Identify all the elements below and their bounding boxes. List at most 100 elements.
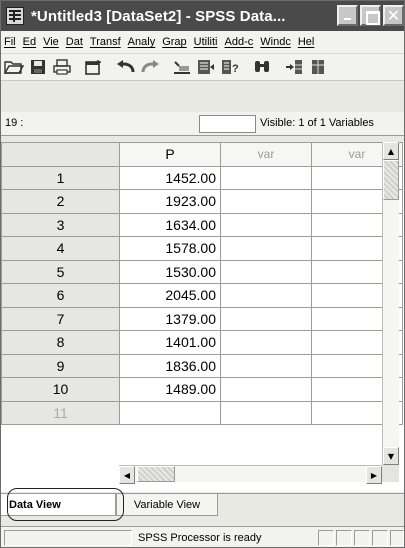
scroll-up-icon[interactable]: ▲: [383, 142, 399, 160]
menu-graphs[interactable]: Grap: [162, 36, 186, 48]
maximize-button[interactable]: [360, 5, 381, 26]
view-tabs: Data View Variable View: [1, 493, 404, 517]
menu-file[interactable]: Fil: [4, 36, 16, 48]
scroll-down-icon[interactable]: ▼: [383, 447, 399, 465]
vertical-scrollbar[interactable]: ▲ ▼: [382, 142, 399, 465]
row-header[interactable]: 6: [1, 283, 120, 308]
menu-edit[interactable]: Ed: [23, 36, 36, 48]
tab-variable-view[interactable]: Variable View: [116, 494, 218, 516]
row-header[interactable]: 5: [1, 259, 120, 284]
row-header[interactable]: 8: [1, 330, 120, 355]
data-cell-empty[interactable]: [220, 353, 312, 378]
status-bar: SPSS Processor is ready: [1, 526, 404, 547]
row-header[interactable]: 10: [1, 377, 120, 402]
menu-window[interactable]: Windc: [260, 36, 291, 48]
data-cell-p[interactable]: 1578.00: [119, 236, 221, 261]
data-cell-empty[interactable]: [220, 212, 312, 237]
table-row: 7 1379.00: [1, 306, 403, 331]
row-header[interactable]: 3: [1, 212, 120, 237]
insert-variable-icon[interactable]: [307, 56, 329, 78]
row-header[interactable]: 2: [1, 189, 120, 214]
corner-cell[interactable]: [1, 142, 120, 167]
redo-icon[interactable]: [139, 56, 161, 78]
data-cell-empty[interactable]: [220, 259, 312, 284]
status-cell: [354, 530, 370, 546]
data-cell-p[interactable]: 1489.00: [119, 377, 221, 402]
menu-add-ons[interactable]: Add-c: [225, 36, 254, 48]
data-cell-p[interactable]: [119, 400, 221, 425]
menu-help[interactable]: Hel: [298, 36, 315, 48]
menu-analyze[interactable]: Analy: [128, 36, 156, 48]
data-cell-p[interactable]: 1452.00: [119, 165, 221, 190]
status-cell: [4, 530, 132, 546]
find-icon[interactable]: [251, 56, 273, 78]
dialog-recall-icon[interactable]: [83, 56, 105, 78]
title-bar[interactable]: *Untitled3 [DataSet2] - SPSS Data... ✕: [1, 1, 404, 31]
menu-view[interactable]: Vie: [43, 36, 59, 48]
table-row: 5 1530.00: [1, 259, 403, 284]
vertical-scroll-thumb[interactable]: [383, 160, 399, 200]
data-cell-empty[interactable]: [220, 165, 312, 190]
data-cell-empty[interactable]: [220, 377, 312, 402]
horizontal-scrollbar[interactable]: ◀ ▶: [119, 465, 382, 484]
data-cell-empty[interactable]: [220, 236, 312, 261]
data-cell-p[interactable]: 1401.00: [119, 330, 221, 355]
row-header[interactable]: 1: [1, 165, 120, 190]
table-row: 10 1489.00: [1, 377, 403, 402]
row-header[interactable]: 11: [1, 400, 120, 425]
data-table: P var var 1 1452.00 2 1923.00 3 1634.00: [1, 142, 403, 425]
row-header[interactable]: 4: [1, 236, 120, 261]
variable-info-icon[interactable]: ?: [219, 56, 241, 78]
menu-bar: Fil Ed Vie Dat Transf Analy Grap Utiliti…: [1, 31, 404, 53]
spss-app-icon[interactable]: [6, 7, 24, 25]
column-header-p[interactable]: P: [119, 142, 221, 167]
cell-editor-bar: 19 : Visible: 1 of 1 Variables: [1, 112, 404, 136]
data-cell-p[interactable]: 1923.00: [119, 189, 221, 214]
menu-transform[interactable]: Transf: [90, 36, 121, 48]
data-grid: P var var 1 1452.00 2 1923.00 3 1634.00: [1, 142, 404, 492]
insert-cases-icon[interactable]: [283, 56, 305, 78]
data-cell-p[interactable]: 1379.00: [119, 306, 221, 331]
undo-icon[interactable]: [115, 56, 137, 78]
header-row: P var var: [1, 142, 403, 167]
row-header[interactable]: 7: [1, 306, 120, 331]
goto-case-icon[interactable]: [171, 56, 193, 78]
data-cell-empty[interactable]: [220, 189, 312, 214]
scroll-right-icon[interactable]: ▶: [366, 466, 382, 484]
status-cell: [336, 530, 352, 546]
data-cell-empty[interactable]: [220, 330, 312, 355]
print-icon[interactable]: [51, 56, 73, 78]
visible-variables-label: Visible: 1 of 1 Variables: [260, 117, 374, 129]
data-cell-p[interactable]: 1836.00: [119, 353, 221, 378]
cell-reference: 19 :: [5, 117, 24, 129]
data-cell-empty[interactable]: [220, 400, 312, 425]
status-cell: [372, 530, 388, 546]
open-icon[interactable]: [3, 56, 25, 78]
minimize-button[interactable]: [337, 5, 358, 26]
menu-data[interactable]: Dat: [66, 36, 83, 48]
cell-value-input[interactable]: [199, 115, 256, 133]
data-cell-empty[interactable]: [220, 283, 312, 308]
data-cell-empty[interactable]: [220, 306, 312, 331]
scroll-left-icon[interactable]: ◀: [119, 466, 135, 484]
table-row: 9 1836.00: [1, 353, 403, 378]
data-cell-p[interactable]: 2045.00: [119, 283, 221, 308]
close-button[interactable]: ✕: [383, 5, 404, 26]
data-cell-p[interactable]: 1634.00: [119, 212, 221, 237]
data-cell-p[interactable]: 1530.00: [119, 259, 221, 284]
window-title: *Untitled3 [DataSet2] - SPSS Data...: [31, 7, 286, 25]
save-icon[interactable]: [27, 56, 49, 78]
tab-data-view[interactable]: Data View: [1, 494, 116, 516]
size-grip: [382, 465, 399, 482]
menu-utilities[interactable]: Utiliti: [194, 36, 218, 48]
table-row: 11: [1, 400, 403, 425]
table-row: 6 2045.00: [1, 283, 403, 308]
variables-icon[interactable]: [195, 56, 217, 78]
table-row: 1 1452.00: [1, 165, 403, 190]
status-cell: [390, 530, 404, 546]
column-header-var-1[interactable]: var: [220, 142, 312, 167]
status-cell: [318, 530, 334, 546]
table-row: 3 1634.00: [1, 212, 403, 237]
row-header[interactable]: 9: [1, 353, 120, 378]
horizontal-scroll-thumb[interactable]: [137, 466, 175, 482]
